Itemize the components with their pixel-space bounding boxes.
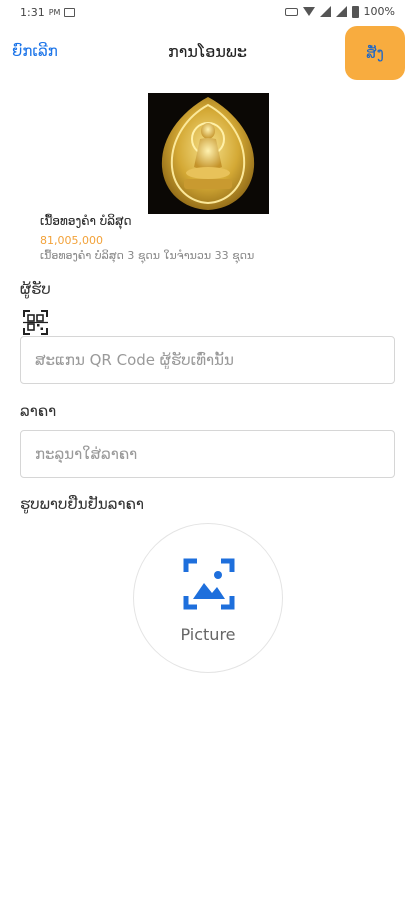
receiver-label: ຜູ້ຮັບ bbox=[20, 280, 51, 298]
app-header: ຍົກເລີກ ການໂອນພະ ສັ່ງ bbox=[0, 26, 415, 82]
status-bar: 1:31 PM 100% bbox=[0, 0, 415, 26]
status-right: 100% bbox=[284, 5, 395, 18]
qr-scan-icon[interactable] bbox=[23, 310, 48, 335]
receiver-qr-input[interactable] bbox=[20, 336, 395, 384]
product-name: ເນື້ອທອງຄຳ ບໍລິສຸດ bbox=[40, 214, 132, 228]
product-image bbox=[148, 93, 269, 214]
price-label: ລາຄາ bbox=[20, 402, 57, 420]
status-left: 1:31 PM bbox=[20, 6, 76, 19]
price-input[interactable] bbox=[20, 430, 395, 478]
image-upload-icon bbox=[183, 558, 235, 610]
picture-upload-button[interactable]: Picture bbox=[133, 523, 283, 673]
image-icon bbox=[64, 8, 76, 17]
photo-label: ຮູບພາບຢືນຢັນລາຄາ bbox=[20, 495, 145, 513]
wifi-icon bbox=[302, 7, 315, 16]
picture-label: Picture bbox=[180, 625, 236, 644]
battery-percent: 100% bbox=[363, 5, 395, 18]
amulet-image bbox=[148, 93, 269, 214]
product-price: 81,005,000 bbox=[40, 234, 103, 247]
product-description: ເນື້ອທອງຄຳ ບໍລິສຸດ 3 ຊຸດນ ໃນຈຳນວນ 33 ຊຸດ… bbox=[40, 249, 255, 262]
status-time: 1:31 bbox=[20, 6, 45, 19]
status-am-pm: PM bbox=[48, 8, 61, 17]
order-button[interactable]: ສັ່ງ bbox=[345, 26, 405, 80]
battery-icon bbox=[351, 5, 359, 18]
signal-icon-2 bbox=[335, 6, 347, 17]
keyboard-icon bbox=[284, 7, 298, 16]
signal-icon bbox=[319, 6, 331, 17]
